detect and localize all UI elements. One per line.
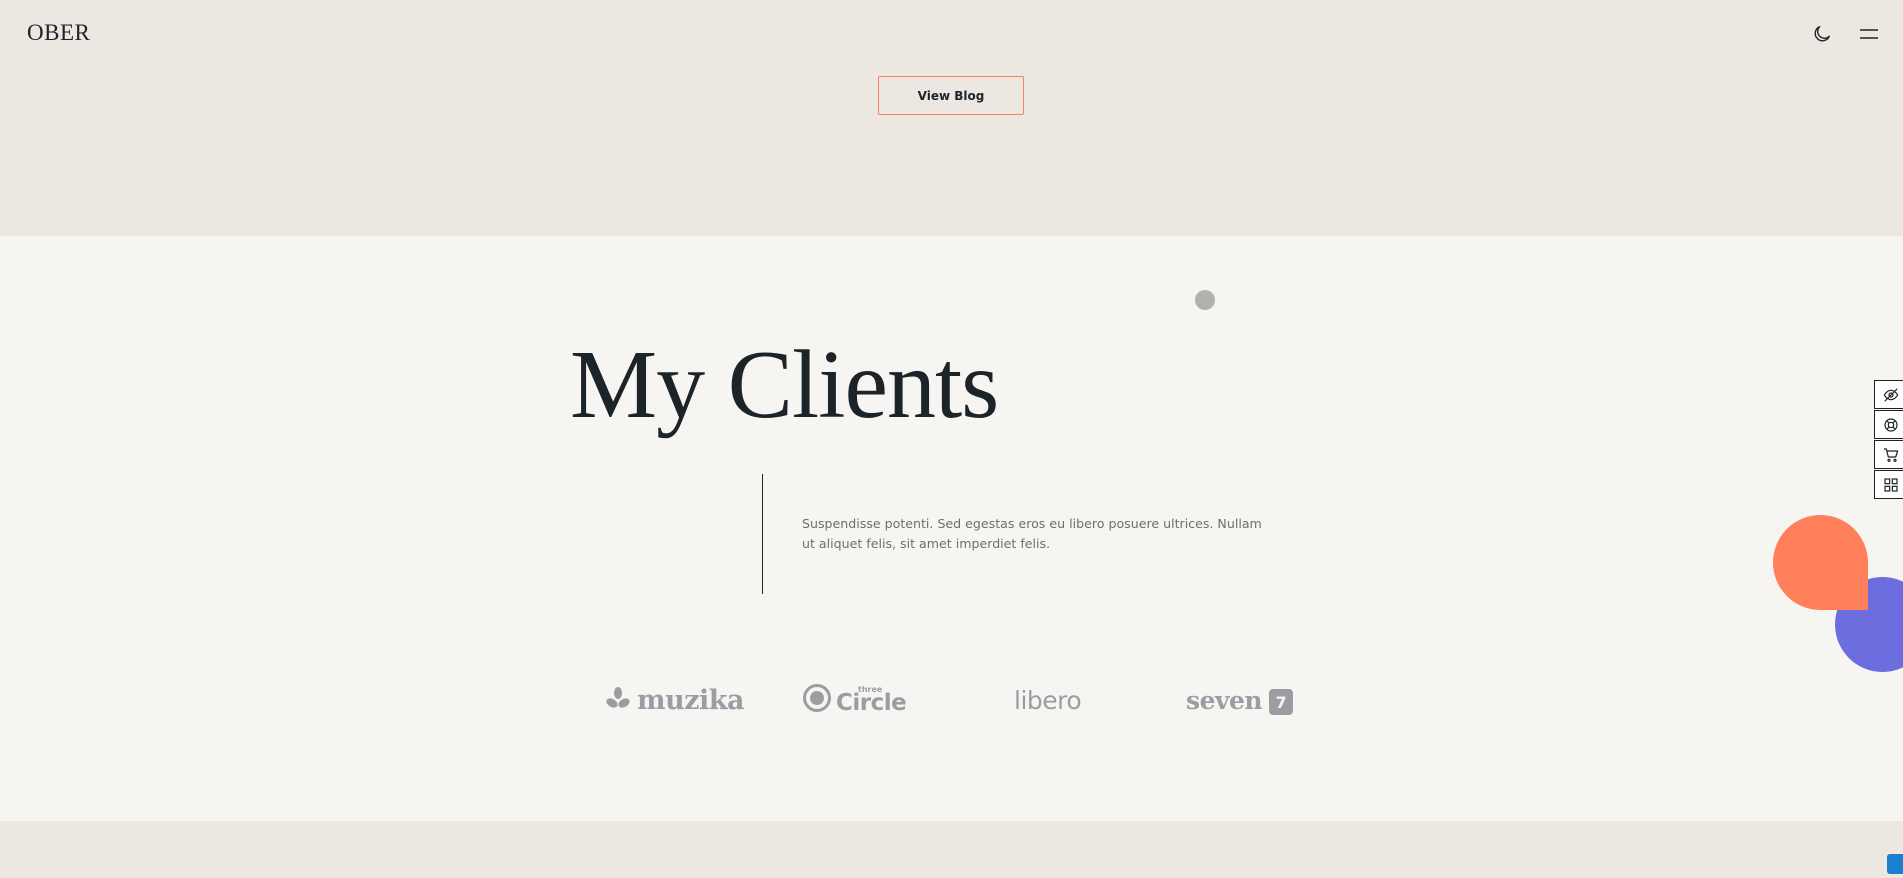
seven-text: seven bbox=[1186, 685, 1263, 715]
libero-text: libero bbox=[1014, 685, 1082, 715]
view-blog-button[interactable]: View Blog bbox=[878, 76, 1024, 115]
menu-icon[interactable] bbox=[1857, 23, 1881, 45]
section-description: Suspendisse potenti. Sed egestas eros eu… bbox=[802, 516, 1262, 551]
muzika-mark-icon bbox=[605, 685, 631, 716]
support-icon[interactable] bbox=[1874, 410, 1903, 439]
eye-off-icon[interactable] bbox=[1874, 380, 1903, 409]
three-circle-big-text: Circle bbox=[836, 689, 907, 716]
site-logo[interactable]: OBER bbox=[27, 20, 90, 46]
client-logo-three-circle[interactable]: three Circle bbox=[802, 670, 907, 730]
client-logo-libero[interactable]: libero bbox=[1014, 670, 1082, 730]
grid-icon[interactable] bbox=[1874, 470, 1903, 499]
section-title: My Clients bbox=[570, 331, 999, 439]
client-logos: muzika three Circle libero seven 7 bbox=[0, 670, 1903, 730]
cart-icon[interactable] bbox=[1874, 440, 1903, 469]
clients-section: My Clients Suspendisse potenti. Sed eges… bbox=[0, 236, 1903, 821]
site-header: OBER View Blog bbox=[0, 0, 1903, 236]
decorative-orange-shape bbox=[1773, 515, 1868, 610]
muzika-text: muzika bbox=[637, 684, 745, 716]
client-logo-seven[interactable]: seven 7 bbox=[1186, 670, 1294, 730]
corner-widget-badge[interactable] bbox=[1887, 854, 1903, 874]
moon-icon[interactable] bbox=[1811, 23, 1833, 45]
decorative-dot bbox=[1195, 290, 1215, 310]
client-logo-muzika[interactable]: muzika bbox=[605, 670, 745, 730]
seven-badge: 7 bbox=[1269, 689, 1294, 715]
side-toolbar bbox=[1874, 380, 1903, 500]
target-icon bbox=[802, 683, 832, 718]
divider-line bbox=[762, 474, 763, 594]
